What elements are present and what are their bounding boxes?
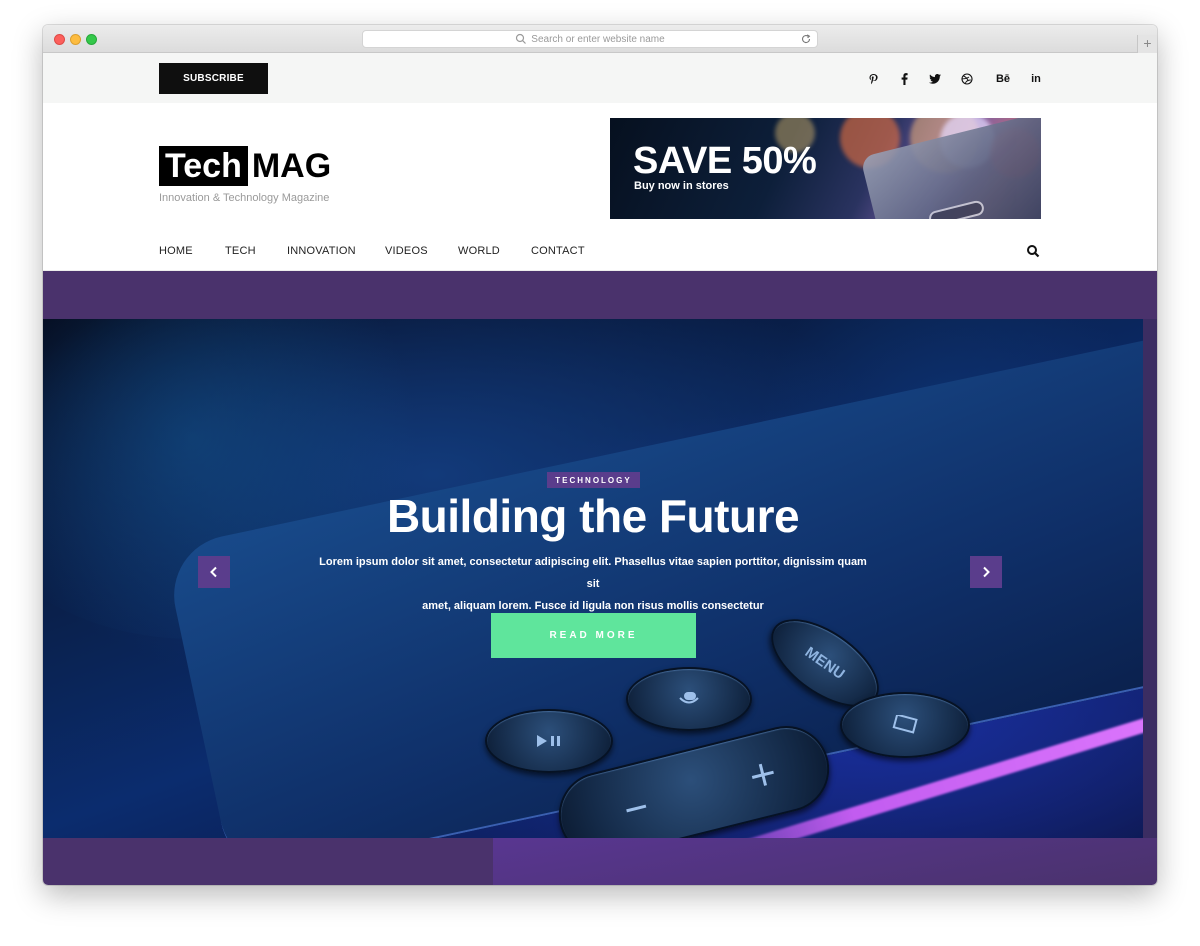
site-logo[interactable]: Tech MAG <box>159 146 331 186</box>
search-icon <box>516 33 527 44</box>
remote-microphone-icon <box>626 667 752 731</box>
remote-tv-icon <box>840 692 970 758</box>
logo-part-tech: Tech <box>159 146 248 186</box>
nav-item-innovation[interactable]: INNOVATION <box>287 245 356 257</box>
browser-titlebar: Search or enter website name + <box>43 25 1157 53</box>
slider-next-button[interactable] <box>970 556 1002 588</box>
maximize-window-button[interactable] <box>86 34 97 45</box>
page-viewport: SUBSCRIBE Bē in Tech MAG Innovation & Te… <box>43 53 1157 885</box>
address-placeholder: Search or enter website name <box>531 33 665 45</box>
pinterest-icon[interactable] <box>865 71 881 87</box>
nav-item-videos[interactable]: VIDEOS <box>385 245 428 257</box>
hero-side-strip <box>1143 319 1157 838</box>
new-tab-button[interactable]: + <box>1137 35 1157 53</box>
subscribe-button[interactable]: SUBSCRIBE <box>159 63 268 94</box>
top-bar: SUBSCRIBE Bē in <box>43 53 1157 103</box>
ad-headline: SAVE 50% <box>633 140 817 182</box>
hero-top-band <box>43 271 1157 319</box>
hero-description: Lorem ipsum dolor sit amet, consectetur … <box>313 551 873 617</box>
ad-banner[interactable]: SAVE 50% Buy now in stores <box>610 118 1041 219</box>
reload-icon[interactable] <box>800 33 812 45</box>
close-window-button[interactable] <box>54 34 65 45</box>
chevron-right-icon <box>983 566 990 578</box>
chevron-left-icon <box>210 566 217 578</box>
read-more-button[interactable]: READ MORE <box>491 613 696 658</box>
nav-item-tech[interactable]: TECH <box>225 245 256 257</box>
twitter-icon[interactable] <box>927 71 943 87</box>
category-badge[interactable]: TECHNOLOGY <box>547 472 640 488</box>
ad-phone-home-button <box>927 199 986 219</box>
facebook-icon[interactable] <box>896 71 912 87</box>
main-nav: HOME TECH INNOVATION VIDEOS WORLD CONTAC… <box>43 231 1157 271</box>
address-bar[interactable]: Search or enter website name <box>362 30 818 48</box>
minimize-window-button[interactable] <box>70 34 81 45</box>
site-tagline: Innovation & Technology Magazine <box>159 192 330 204</box>
ad-subline: Buy now in stores <box>634 180 729 192</box>
hero-description-line: Lorem ipsum dolor sit amet, consectetur … <box>319 556 867 590</box>
nav-item-home[interactable]: HOME <box>159 245 193 257</box>
browser-window: Search or enter website name + SUBSCRIBE <box>43 25 1157 885</box>
behance-icon[interactable]: Bē <box>994 71 1012 87</box>
logo-part-mag: MAG <box>251 147 332 185</box>
slider-prev-button[interactable] <box>198 556 230 588</box>
hero-bottom-band <box>43 838 1157 885</box>
remote-play-pause-icon <box>485 709 613 773</box>
hero-title[interactable]: Building the Future <box>43 489 1143 543</box>
hero-slider: MENU TECHNOLOGY Building the Future Lore… <box>43 319 1157 838</box>
nav-item-world[interactable]: WORLD <box>458 245 500 257</box>
search-icon[interactable] <box>1026 244 1040 258</box>
nav-item-contact[interactable]: CONTACT <box>531 245 585 257</box>
linkedin-icon[interactable]: in <box>1028 71 1044 87</box>
dribbble-icon[interactable] <box>959 71 975 87</box>
site-header: Tech MAG Innovation & Technology Magazin… <box>43 103 1157 231</box>
